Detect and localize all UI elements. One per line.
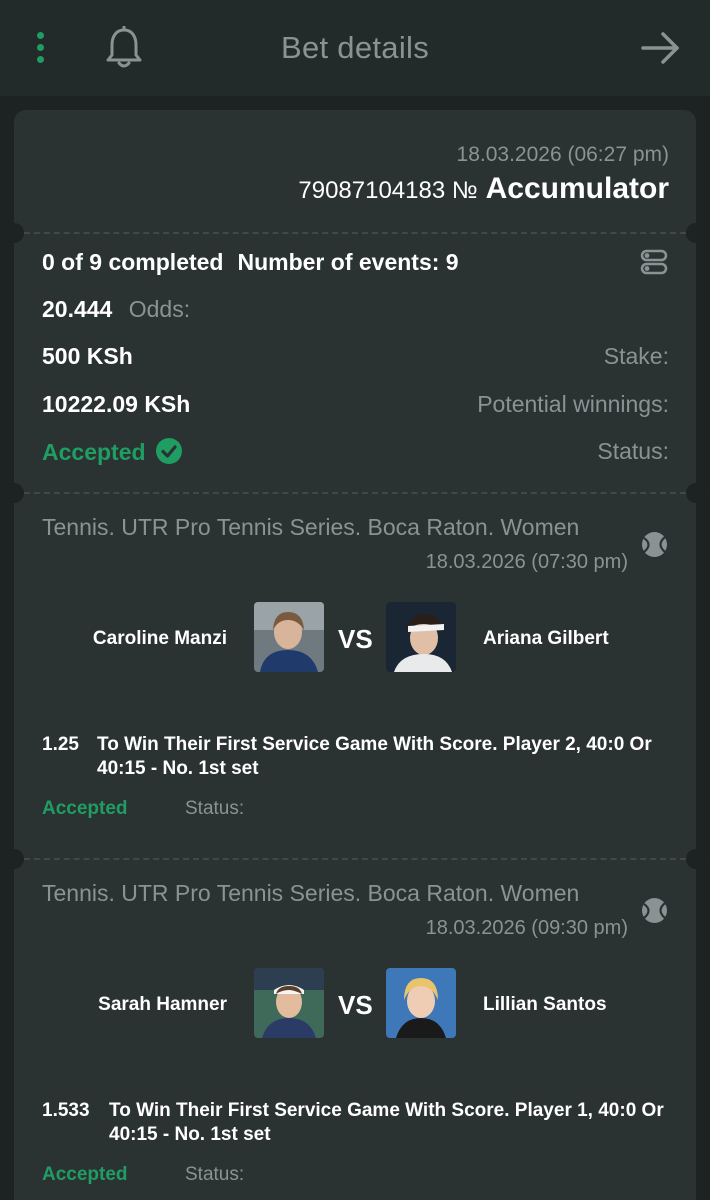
- ticket-notch: [4, 223, 24, 243]
- event-league: Tennis. UTR Pro Tennis Series. Boca Rato…: [42, 514, 580, 540]
- odds-label: Odds:: [128, 296, 191, 322]
- events-count: Number of events: 9: [237, 249, 459, 275]
- status-label: Status:: [597, 438, 669, 464]
- event-date: 18.03.2026 (09:30 pm): [425, 917, 628, 939]
- event-league: Tennis. UTR Pro Tennis Series. Boca Rato…: [42, 880, 580, 906]
- tennis-ball-icon: [642, 532, 667, 557]
- event-pick: 1.533 To Win Their First Service Game Wi…: [42, 1099, 672, 1149]
- stake-value: 500 KSh: [42, 343, 133, 369]
- divider: [14, 492, 696, 494]
- player-1-avatar: [254, 602, 324, 672]
- pick-description: To Win Their First Service Game With Sco…: [97, 734, 652, 779]
- player-2-avatar: [386, 602, 456, 672]
- event-status-value: Accepted: [42, 798, 128, 819]
- event-status-value: Accepted: [42, 1164, 128, 1185]
- stake-label: Stake:: [603, 343, 669, 369]
- ticket-notch: [4, 849, 24, 869]
- player-1-name: Caroline Manzi: [92, 628, 227, 649]
- divider: [14, 858, 696, 860]
- bet-date: 18.03.2026 (06:27 pm): [456, 143, 669, 166]
- status-value: Accepted: [42, 439, 146, 465]
- player-2-name: Lillian Santos: [483, 994, 607, 1015]
- completed-count: 0 of 9 completed: [42, 249, 224, 275]
- event-status-label: Status:: [185, 798, 245, 819]
- versus-label: VS: [338, 990, 373, 1020]
- arrow-right-icon[interactable]: [640, 30, 682, 66]
- status-badge: Accepted: [42, 438, 182, 466]
- event-pick: 1.25 To Win Their First Service Game Wit…: [42, 733, 672, 783]
- odds-value: 20.444: [42, 296, 113, 322]
- event-date: 18.03.2026 (07:30 pm): [425, 551, 628, 573]
- page-title: Bet details: [280, 30, 430, 65]
- tennis-ball-icon: [642, 898, 667, 923]
- event-status-label: Status:: [185, 1164, 245, 1185]
- toggle-view-icon[interactable]: [640, 249, 668, 275]
- ticket-notch: [686, 849, 706, 869]
- top-bar: Bet details: [0, 0, 710, 96]
- ticket-notch: [4, 483, 24, 503]
- bet-number-line: 79087104183 № Accumulator: [298, 172, 669, 206]
- bet-summary: 0 of 9 completed Number of events: 9: [42, 249, 459, 276]
- versus-label: VS: [338, 624, 373, 654]
- odds-row: 20.444 Odds:: [42, 296, 190, 323]
- player-2-avatar: [386, 968, 456, 1038]
- divider: [14, 232, 696, 234]
- pick-odds: 1.25: [42, 734, 79, 755]
- bet-type: Accumulator: [485, 172, 669, 205]
- winnings-label: Potential winnings:: [477, 391, 669, 417]
- bet-number: 79087104183 №: [298, 177, 478, 204]
- player-1-name: Sarah Hamner: [98, 994, 227, 1015]
- ticket-notch: [686, 223, 706, 243]
- check-icon: [155, 438, 182, 464]
- pick-odds: 1.533: [42, 1100, 90, 1121]
- player-2-name: Ariana Gilbert: [483, 628, 609, 649]
- pick-description: To Win Their First Service Game With Sco…: [109, 1100, 664, 1145]
- winnings-value: 10222.09 KSh: [42, 391, 191, 417]
- ticket-notch: [686, 483, 706, 503]
- player-1-avatar: [254, 968, 324, 1038]
